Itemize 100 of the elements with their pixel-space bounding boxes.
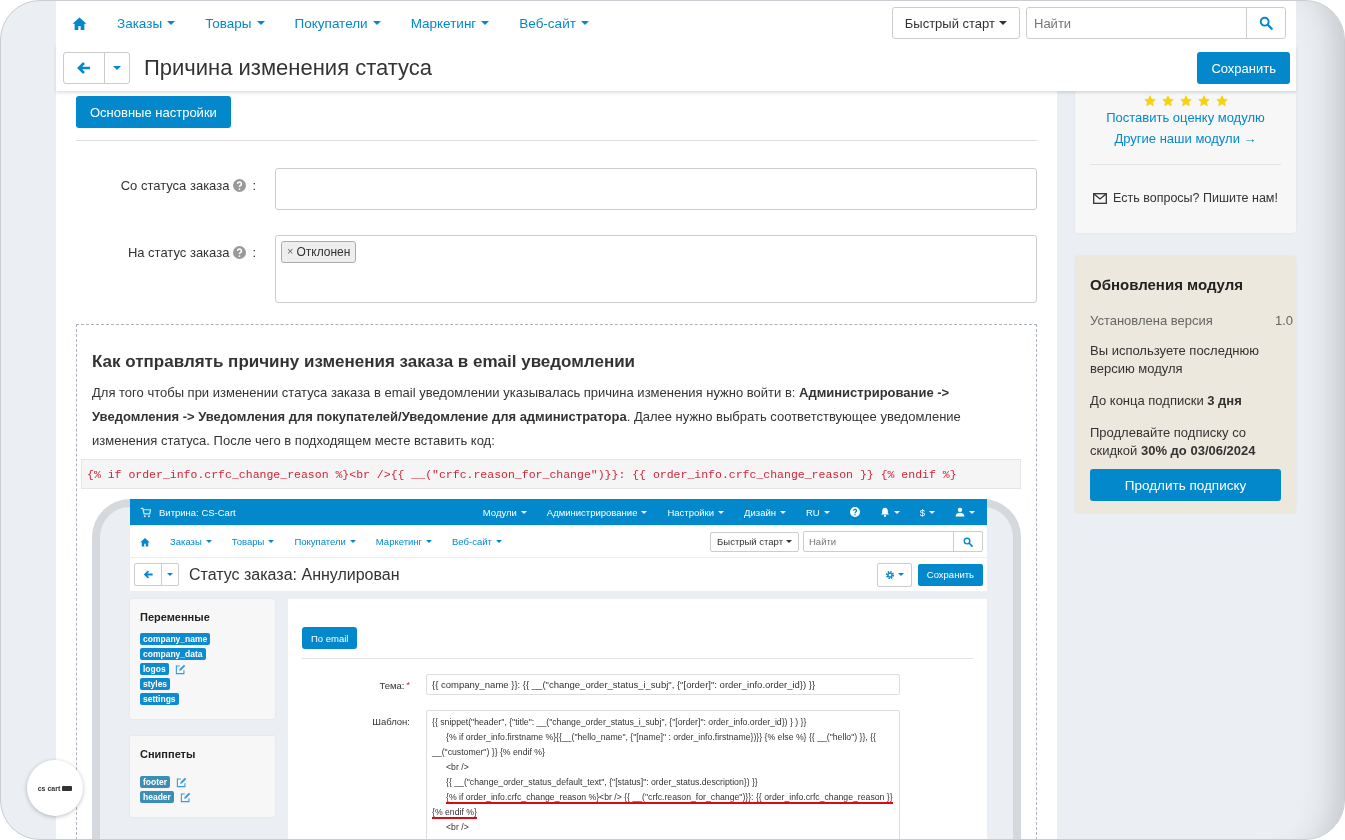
quick-start-button[interactable]: Быстрый старт [891,7,1020,39]
back-arrow-icon [142,569,154,580]
page-title: Статус заказа: Аннулирован [189,565,400,584]
home-icon[interactable] [72,15,87,31]
envelope-icon [1093,192,1108,204]
code-line: {{ snippet("header", {"title": __("change_order_status_i_subj", {"[order]": order_info.order_id}) } ) }} [432,716,808,729]
variable-tag[interactable]: styles [140,678,171,690]
info-text: Продлевайте подписку со скидкой 30% до 03/06/2024 [1090,424,1257,460]
contact-text[interactable]: Есть вопросы? Пишите нам! [1113,191,1278,205]
nav-menu-item[interactable]: Товары [205,15,265,31]
rate-module-link[interactable]: Поставить оценку модулю [1106,110,1265,125]
email-tab[interactable]: По email [302,627,358,649]
admin-menu-item[interactable]: RU [805,506,830,518]
code-line: {% if order_info.firstname %}{{__("hello_name", {"[name]" : order_info.firstname})}} {% else %} {{ __("hello") }}, {{ [445,731,877,744]
caret-icon [641,510,648,514]
caret-icon [167,21,176,25]
variable-tag[interactable]: logos [140,663,169,675]
admin-menu-item[interactable]: $ [919,506,935,518]
settings-tab[interactable]: Основные настройки [76,96,231,128]
caret-icon [481,21,490,25]
help-icon[interactable] [233,246,247,259]
caret-icon [349,540,356,543]
caret-icon [893,510,900,514]
status-select[interactable]: × Отклонен [275,235,1037,303]
edit-icon[interactable] [179,791,191,803]
caret-icon [256,21,265,25]
admin-menu-item[interactable]: Дизайн [744,506,786,518]
required-mark: * [406,680,410,692]
search-field[interactable]: Найти [803,531,983,552]
field-label: Шаблон: [372,716,410,729]
admin-menu-item[interactable]: Администрирование [546,506,648,518]
search-icon [1259,16,1273,30]
search-input[interactable]: Найти [1027,8,1246,38]
code-line: {{ __("change_order_status_default_text", {"[status]": order_status.description}) }} [445,776,759,789]
tag-icon [62,785,73,791]
star-icon [1161,95,1174,107]
caret-icon [205,540,212,543]
other-modules-link[interactable]: Другие наши модули → [1114,131,1257,146]
field-label: Со статуса заказа [120,178,230,193]
caret-icon [897,573,904,576]
save-button[interactable]: Сохранить [1197,52,1290,84]
field-label: На статус заказа [127,245,230,260]
star-icon [1143,95,1156,107]
nav-menu-item[interactable]: Покупатели [294,15,381,31]
star-icon [1179,95,1192,107]
subject-field[interactable]: {{ company_name }}: {{ __("change_order_status_i_subj", {"[order]": order_info.order_id}) }} [426,674,900,695]
star-icon [1197,95,1210,107]
storefront-label[interactable]: Витрина: CS-Cart [159,506,236,518]
status-tag[interactable]: × Отклонен [281,241,357,263]
save-button[interactable]: Сохранить [917,563,983,586]
panel-title: Сниппеты [140,748,197,760]
caret-icon [167,573,173,576]
admin-menu-item[interactable]: Настройки [667,506,725,518]
variable-tag[interactable]: company_name [140,633,211,645]
page-title: Причина изменения статуса [144,55,433,81]
bell-icon[interactable] [879,507,890,517]
user-icon[interactable] [955,507,965,517]
cart-icon [140,506,151,518]
variable-tag[interactable]: settings [140,693,179,705]
help-heading: Как отправлять причину изменения заказа в email уведомлении [92,351,637,373]
caret-icon [718,510,725,514]
nav-menu-item[interactable]: Маркетинг [375,536,433,547]
caret-icon [580,21,589,25]
renew-subscription-button[interactable]: Продлить подписку [1090,469,1281,501]
variable-tag[interactable]: company_data [140,648,206,660]
caret-icon [426,540,433,543]
nav-menu-item[interactable]: Товары [231,536,275,547]
nav-menu-item[interactable]: Веб-сайт [519,15,589,31]
settings-dropdown-button[interactable] [876,562,912,587]
version-label: Установлена версия [1090,313,1213,328]
search-field[interactable]: Найти [1026,7,1286,39]
help-icon[interactable] [849,507,860,517]
quick-start-button[interactable]: Быстрый старт [710,531,799,552]
nav-menu-item[interactable]: Заказы [170,536,212,547]
settings-icon [884,569,895,580]
admin-menu-item[interactable]: Модули [482,506,527,518]
snippet-tag[interactable]: footer [140,776,171,788]
status-input[interactable] [275,168,1037,210]
edit-icon[interactable] [174,663,186,675]
edit-icon[interactable] [176,776,188,788]
code-snippet: {% if order_info.crfc_change_reason %}<br />{{ __("crfc.reason_for_change")}}: {{ order_info.crfc_change_reason }} {% endif %} [81,459,1021,489]
caret-icon [929,510,935,514]
version-value: 1.0 [1274,313,1293,328]
caret-icon [969,510,975,514]
caret-icon [113,66,121,70]
nav-menu-item[interactable]: Маркетинг [410,15,490,31]
caret-icon [268,540,275,543]
caret-icon [372,21,381,25]
help-icon[interactable] [233,179,247,192]
code-line: <br /> [445,821,470,834]
nav-menu-item[interactable]: Веб-сайт [452,536,502,547]
nav-menu-item[interactable]: Заказы [117,15,176,31]
colon-text: : [252,245,256,260]
search-input[interactable]: Найти [804,532,953,551]
nav-menu-item[interactable]: Покупатели [294,536,356,547]
underlined-code-line: {% endif %} [432,806,478,820]
code-line: __("customer") }} {% endif %} [432,746,546,759]
snippet-tag[interactable]: header [140,791,174,803]
underlined-code-line: {% if order_info.crfc_change_reason %}<br /> {{ __("crfc.reason_for_change")}}: {{ order_info.crfc_change_reason }} [445,791,894,805]
home-icon[interactable] [140,536,150,547]
